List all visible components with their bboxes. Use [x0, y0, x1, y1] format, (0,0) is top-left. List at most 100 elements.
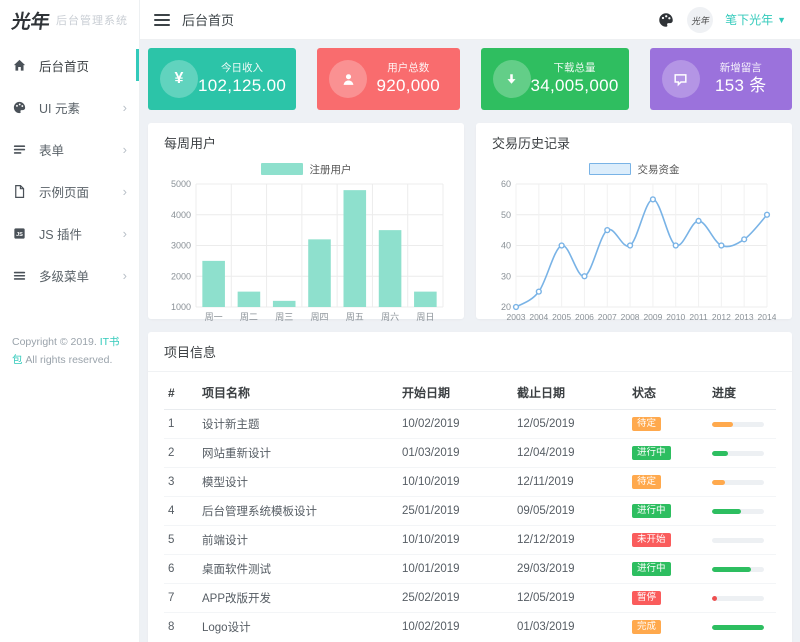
theme-palette-icon[interactable] — [657, 11, 675, 29]
trade-history-panel: 交易历史记录 交易资金 2030405060200320042005200620… — [476, 123, 792, 319]
svg-text:2006: 2006 — [575, 312, 594, 322]
stat-label: 用户总数 — [387, 62, 429, 75]
chevron-right-icon: › — [123, 227, 127, 240]
user-name: 笔下光年 — [725, 11, 773, 28]
page-icon — [12, 184, 27, 199]
sidebar-item-1[interactable]: UI 元素› — [0, 86, 139, 128]
weekly-users-panel: 每周用户 注册用户 10002000300040005000周一周二周三周四周五… — [148, 123, 464, 319]
cell-progress — [708, 497, 776, 526]
cell-num: 3 — [164, 468, 198, 497]
cell-num: 6 — [164, 555, 198, 584]
cell-progress — [708, 555, 776, 584]
sidebar-item-label: 后台首页 — [39, 56, 89, 75]
svg-text:5000: 5000 — [171, 179, 191, 189]
svg-text:60: 60 — [501, 179, 511, 189]
table-row: 7APP改版开发25/02/201912/05/2019暂停 — [164, 584, 776, 613]
cell-end-date: 09/05/2019 — [513, 497, 628, 526]
cell-start-date: 10/01/2019 — [398, 555, 513, 584]
charts-row: 每周用户 注册用户 10002000300040005000周一周二周三周四周五… — [148, 123, 792, 319]
cell-name: 前端设计 — [198, 526, 398, 555]
project-table-wrap: #项目名称开始日期截止日期状态进度 1设计新主题10/02/201912/05/… — [148, 372, 792, 642]
cell-start-date: 25/02/2019 — [398, 584, 513, 613]
svg-text:2011: 2011 — [689, 312, 708, 322]
sidebar-item-2[interactable]: 表单› — [0, 128, 139, 170]
svg-text:周四: 周四 — [310, 312, 328, 322]
bar-legend-swatch — [261, 163, 303, 175]
cell-num: 1 — [164, 410, 198, 439]
svg-text:2004: 2004 — [529, 312, 548, 322]
cell-name: 后台管理系统模板设计 — [198, 497, 398, 526]
sidebar-item-5[interactable]: 多级菜单› — [0, 254, 139, 296]
user-menu[interactable]: 笔下光年 ▼ — [725, 11, 786, 28]
brand-logo-text: 光年 — [10, 7, 52, 34]
svg-text:2014: 2014 — [758, 312, 776, 322]
sidebar-toggle-icon[interactable] — [154, 14, 170, 26]
table-body: 1设计新主题10/02/201912/05/2019待定2网站重新设计01/03… — [164, 410, 776, 642]
cell-start-date: 10/10/2019 — [398, 468, 513, 497]
stat-label: 下载总量 — [554, 62, 596, 75]
cell-end-date: 29/03/2019 — [513, 555, 628, 584]
status-badge: 待定 — [632, 417, 661, 432]
table-header-row: #项目名称开始日期截止日期状态进度 — [164, 376, 776, 410]
cell-progress — [708, 526, 776, 555]
sidebar-item-label: 表单 — [39, 140, 64, 159]
cell-progress — [708, 410, 776, 439]
bar-legend-label: 注册用户 — [310, 162, 352, 177]
sidebar-menu: 后台首页UI 元素›表单›示例页面›JSJS 插件›多级菜单› — [0, 40, 139, 296]
stat-label: 今日收入 — [221, 62, 263, 75]
status-badge: 进行中 — [632, 504, 671, 519]
cell-status: 待定 — [628, 410, 708, 439]
cell-name: 网站重新设计 — [198, 439, 398, 468]
sidebar: 光年 后台管理系统 后台首页UI 元素›表单›示例页面›JSJS 插件›多级菜单… — [0, 0, 140, 642]
stat-value: 102,125.00 — [198, 75, 286, 96]
svg-text:40: 40 — [501, 241, 511, 251]
svg-text:2007: 2007 — [598, 312, 617, 322]
table-header-5: 进度 — [708, 376, 776, 410]
cell-status: 完成 — [628, 613, 708, 642]
svg-text:周六: 周六 — [381, 311, 399, 322]
svg-text:20: 20 — [501, 302, 511, 312]
stat-card-3: 新增留言153 条 — [650, 48, 792, 110]
svg-text:2003: 2003 — [507, 312, 526, 322]
cell-progress — [708, 584, 776, 613]
copyright-prefix: Copyright © 2019. — [12, 336, 97, 348]
progress-bar — [712, 509, 764, 514]
svg-text:2005: 2005 — [552, 312, 571, 322]
svg-text:2012: 2012 — [712, 312, 731, 322]
stat-value: 920,000 — [377, 75, 441, 96]
avatar[interactable]: 光年 — [686, 6, 714, 34]
chevron-right-icon: › — [123, 185, 127, 198]
form-icon — [12, 142, 27, 157]
download-icon — [493, 60, 531, 98]
cell-status: 进行中 — [628, 439, 708, 468]
sidebar-item-3[interactable]: 示例页面› — [0, 170, 139, 212]
cell-start-date: 25/01/2019 — [398, 497, 513, 526]
svg-text:周三: 周三 — [275, 312, 293, 322]
cell-end-date: 12/11/2019 — [513, 468, 628, 497]
svg-text:1000: 1000 — [171, 302, 191, 312]
content: ¥今日收入102,125.00用户总数920,000下载总量34,005,000… — [140, 40, 800, 642]
cell-num: 5 — [164, 526, 198, 555]
svg-text:周一: 周一 — [205, 312, 223, 322]
table-row: 2网站重新设计01/03/201912/04/2019进行中 — [164, 439, 776, 468]
cell-progress — [708, 613, 776, 642]
svg-text:3000: 3000 — [171, 241, 191, 251]
admin-app: 光年 后台管理系统 后台首页UI 元素›表单›示例页面›JSJS 插件›多级菜单… — [0, 0, 800, 642]
page-title: 后台首页 — [182, 10, 234, 29]
sidebar-item-0[interactable]: 后台首页 — [0, 44, 139, 86]
svg-text:周五: 周五 — [346, 312, 364, 322]
cell-status: 进行中 — [628, 497, 708, 526]
stat-card-1: 用户总数920,000 — [317, 48, 459, 110]
cell-start-date: 10/02/2019 — [398, 410, 513, 439]
brand-logo[interactable]: 光年 后台管理系统 — [0, 0, 139, 40]
sidebar-item-4[interactable]: JSJS 插件› — [0, 212, 139, 254]
project-info-panel: 项目信息 #项目名称开始日期截止日期状态进度 1设计新主题10/02/20191… — [148, 332, 792, 642]
stat-label: 新增留言 — [720, 62, 762, 75]
weekly-users-title: 每周用户 — [148, 123, 464, 158]
line-chart-svg: 2030405060200320042005200620072008200920… — [492, 178, 776, 324]
cell-num: 4 — [164, 497, 198, 526]
svg-text:周日: 周日 — [416, 312, 434, 322]
cell-num: 2 — [164, 439, 198, 468]
main-column: 后台首页 光年 笔下光年 ▼ ¥今日收入102,125.00用户总数920,00… — [140, 0, 800, 642]
topbar-right: 光年 笔下光年 ▼ — [657, 7, 786, 33]
